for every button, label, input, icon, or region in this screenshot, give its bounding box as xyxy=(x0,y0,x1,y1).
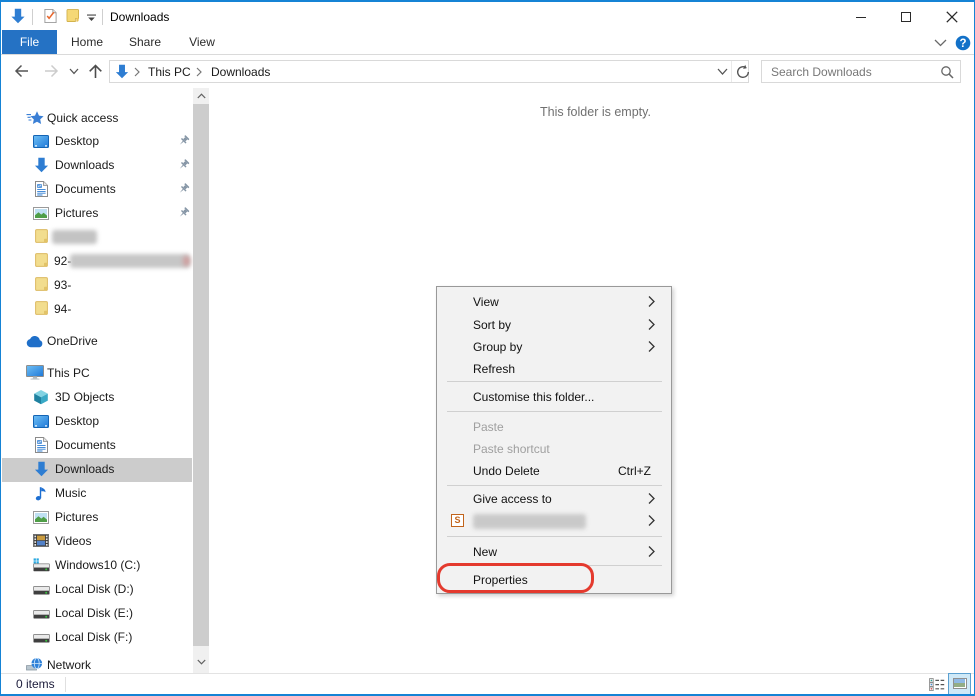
svg-text:?: ? xyxy=(959,38,966,50)
